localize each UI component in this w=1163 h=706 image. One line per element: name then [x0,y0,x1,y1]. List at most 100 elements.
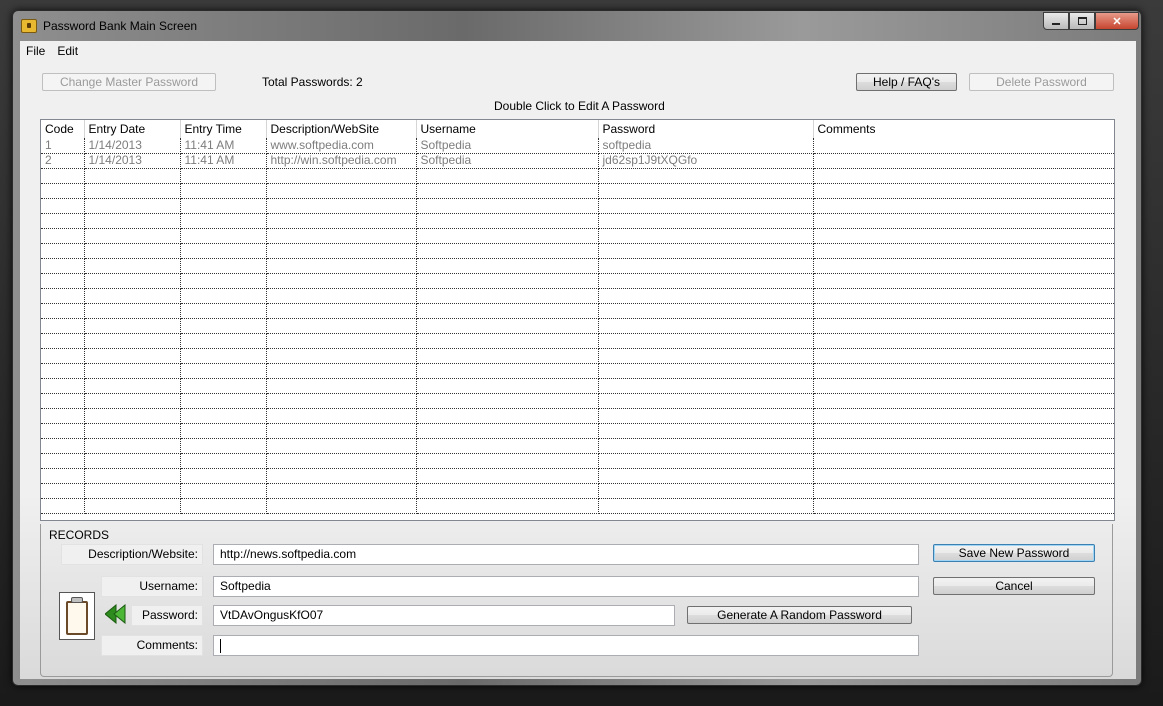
empty-cell [84,498,181,514]
table-row[interactable]: 2 1/14/2013 11:41 AM http://win.softpedi… [41,153,1114,169]
empty-cell [41,303,85,319]
username-field[interactable]: Softpedia [213,576,919,597]
maximize-button[interactable] [1069,12,1095,30]
column-header-comments[interactable]: Comments [813,120,1114,138]
empty-cell [41,258,85,274]
empty-cell [416,243,599,259]
empty-cell [180,393,267,409]
empty-table-row[interactable] [41,228,1114,244]
empty-table-row[interactable] [41,498,1114,514]
green-back-arrow-icon[interactable] [105,604,127,624]
empty-cell [41,288,85,304]
description-label: Description/Website: [61,544,203,565]
close-button[interactable]: ✕ [1095,12,1139,30]
empty-table-row[interactable] [41,303,1114,319]
lock-icon [21,19,37,33]
empty-cell [84,468,181,484]
password-grid[interactable]: Code Entry Date Entry Time Description/W… [40,119,1115,521]
empty-cell [180,453,267,469]
column-header-username[interactable]: Username [416,120,599,138]
empty-table-row[interactable] [41,468,1114,484]
empty-table-row[interactable] [41,273,1114,289]
cell-description: http://win.softpedia.com [266,153,417,169]
total-passwords-value: 2 [356,75,363,89]
empty-table-row[interactable] [41,183,1114,199]
empty-cell [84,333,181,349]
password-field[interactable]: VtDAvOngusKfO07 [213,605,675,626]
column-header-code[interactable]: Code [41,120,85,138]
column-header-entry-time[interactable]: Entry Time [180,120,267,138]
empty-table-row[interactable] [41,363,1114,379]
empty-cell [84,408,181,424]
cell-code: 2 [41,153,85,169]
empty-table-row[interactable] [41,168,1114,184]
menu-edit[interactable]: Edit [57,44,78,58]
empty-cell [266,423,417,439]
empty-cell [416,453,599,469]
empty-cell [180,168,267,184]
cancel-button[interactable]: Cancel [933,577,1095,595]
maximize-icon [1077,17,1087,25]
title-bar[interactable]: Password Bank Main Screen ✕ [13,11,1141,41]
empty-cell [266,273,417,289]
empty-table-row[interactable] [41,348,1114,364]
empty-cell [813,168,1114,184]
column-header-password[interactable]: Password [598,120,814,138]
empty-table-row[interactable] [41,198,1114,214]
empty-cell [416,408,599,424]
empty-cell [416,183,599,199]
empty-cell [416,168,599,184]
save-new-password-button[interactable]: Save New Password [933,544,1095,562]
empty-table-row[interactable] [41,423,1114,439]
empty-cell [813,483,1114,499]
cell-username: Softpedia [416,138,599,154]
empty-cell [416,423,599,439]
minimize-icon [1052,23,1060,25]
empty-cell [416,228,599,244]
empty-cell [416,393,599,409]
empty-table-row[interactable] [41,393,1114,409]
clipboard-icon[interactable] [59,592,95,640]
empty-table-row[interactable] [41,438,1114,454]
column-header-description[interactable]: Description/WebSite [266,120,417,138]
column-header-entry-date[interactable]: Entry Date [84,120,181,138]
empty-table-row[interactable] [41,243,1114,259]
empty-cell [41,183,85,199]
help-faq-button[interactable]: Help / FAQ's [856,73,957,91]
clipboard-clip [71,597,83,603]
empty-cell [266,453,417,469]
empty-table-row[interactable] [41,378,1114,394]
empty-table-row[interactable] [41,288,1114,304]
empty-table-row[interactable] [41,258,1114,274]
empty-cell [416,213,599,229]
generate-random-password-button[interactable]: Generate A Random Password [687,606,912,624]
minimize-button[interactable] [1043,12,1069,30]
empty-cell [813,303,1114,319]
empty-table-row[interactable] [41,318,1114,334]
empty-cell [598,423,814,439]
delete-password-button[interactable]: Delete Password [969,73,1114,91]
empty-table-row[interactable] [41,213,1114,229]
empty-table-row[interactable] [41,408,1114,424]
empty-cell [41,318,85,334]
empty-cell [41,273,85,289]
menu-file[interactable]: File [26,44,45,58]
records-title: RECORDS [49,528,110,542]
empty-cell [813,468,1114,484]
empty-cell [84,168,181,184]
empty-table-row[interactable] [41,483,1114,499]
empty-cell [598,303,814,319]
empty-cell [41,498,85,514]
change-master-password-button[interactable]: Change Master Password [42,73,216,91]
clipboard-body [66,601,88,635]
empty-cell [41,168,85,184]
empty-cell [41,228,85,244]
empty-table-row[interactable] [41,453,1114,469]
table-row[interactable]: 1 1/14/2013 11:41 AM www.softpedia.com S… [41,138,1114,154]
empty-cell [84,198,181,214]
description-field[interactable]: http://news.softpedia.com [213,544,919,565]
cell-entry-time: 11:41 AM [180,138,267,154]
empty-cell [813,228,1114,244]
empty-table-row[interactable] [41,333,1114,349]
comments-field[interactable] [213,635,919,656]
